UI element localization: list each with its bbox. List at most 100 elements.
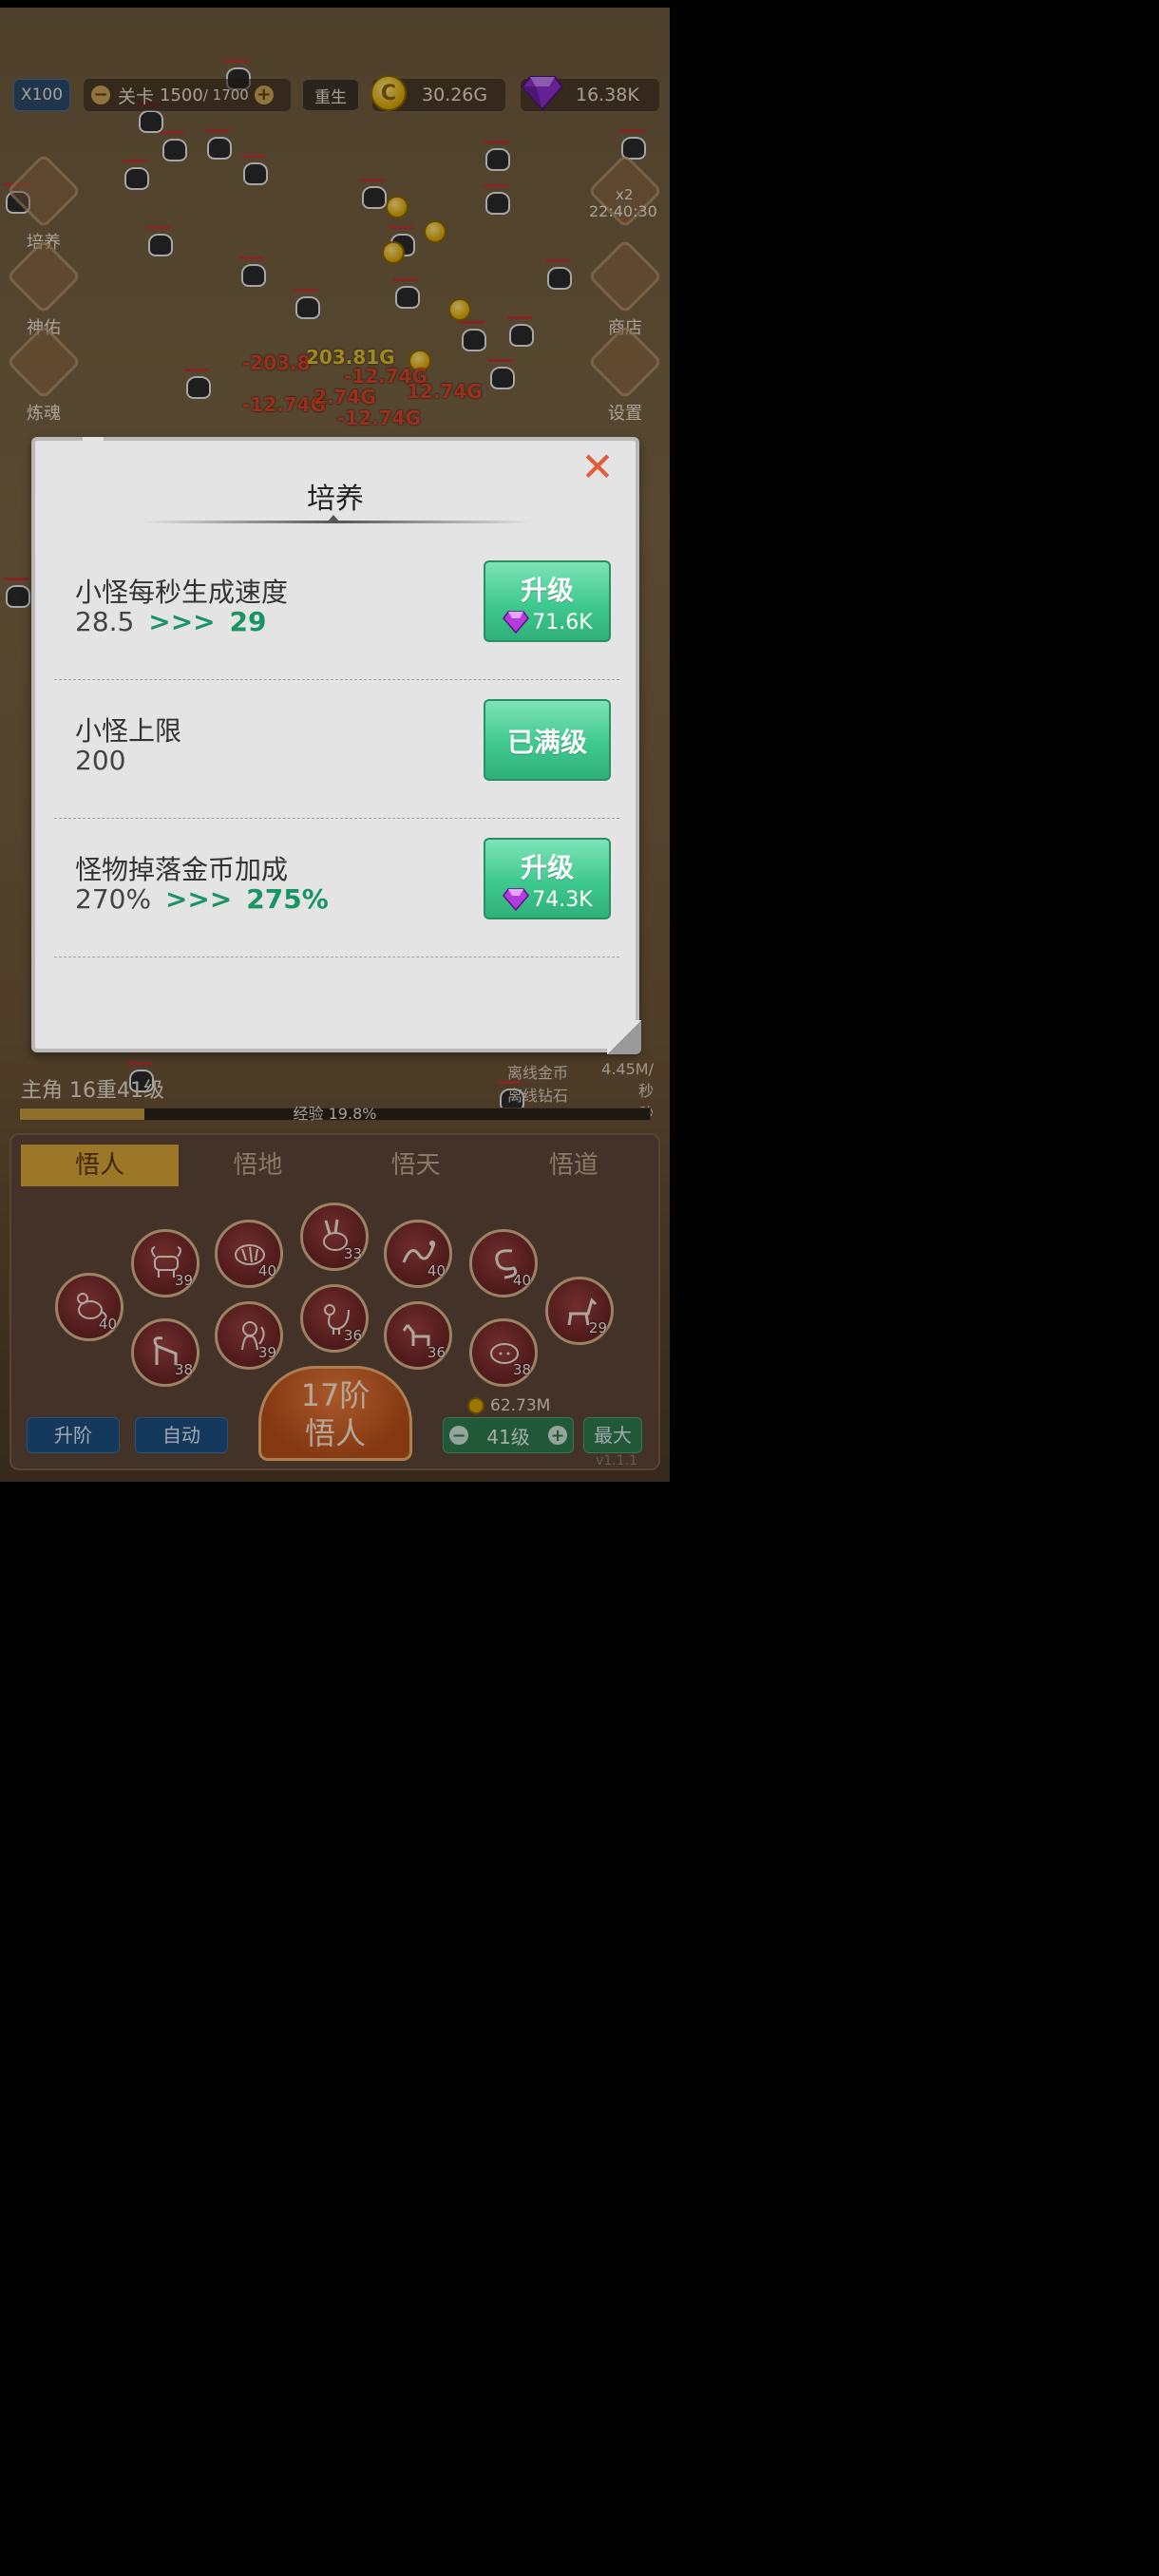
side-soul-button[interactable]: 炼魂 [6,324,82,424]
zodiac-pig[interactable]: 38 [469,1318,538,1387]
tab-dao[interactable]: 悟道 [495,1145,653,1186]
zodiac-rabbit[interactable]: 33 [300,1203,369,1271]
coin-icon: C [370,75,407,111]
damage-number: -12.74G [337,407,421,429]
monster [157,131,189,161]
maxed-button[interactable]: 已满级 [484,699,611,781]
zodiac-rooster[interactable]: 36 [300,1284,369,1353]
hero-label: 主角 [21,1079,64,1103]
monster [356,179,389,209]
upgrade-cost: 62.73M [467,1396,550,1415]
stat-row-spawn-speed: 小怪每秒生成速度 28.5 >>> 29 升级 71.6K [54,541,619,680]
gem-icon [503,611,530,635]
stage-prev-button[interactable]: − [91,85,110,104]
zodiac-ox[interactable]: 39 [131,1229,200,1297]
monster [238,155,270,185]
hero-rank: 16重41级 [69,1079,165,1103]
damage-number: 12.74G [407,380,483,403]
coin-drop-icon [448,298,471,321]
rebirth-button[interactable]: 重生 [302,79,359,111]
gem-icon [503,888,530,912]
exp-bar: 经验 19.8% [19,1105,651,1123]
monster [616,129,648,160]
panel-tabs: 悟人 悟地 悟天 悟道 [21,1145,653,1186]
stat-values: 200 [75,745,125,776]
zodiac-horse[interactable]: 29 [545,1277,614,1345]
stat-current: 270% [75,883,152,915]
zodiac-snake[interactable]: 40 [469,1229,538,1297]
side-bless-button[interactable]: 神佑 [6,238,82,338]
hero-info: 主角 16重41级 [21,1073,164,1104]
gear-icon [587,324,663,400]
stage-value: 1500 [160,85,203,105]
version-text: v1.1.1 [596,1453,637,1468]
stat-row-gold-bonus: 怪物掉落金币加成 270% >>> 275% 升级 74.3K [54,819,619,957]
gem-amount: 16.38K [576,85,639,105]
monster [480,141,512,171]
auto-button[interactable]: 自动 [135,1417,228,1453]
double-badge: x2 [616,186,634,203]
monster [456,321,488,351]
stage-max: / 1700 [202,86,249,104]
speed-button[interactable]: X100 [13,79,70,111]
monster [290,289,322,319]
double-timer: 22:40:30 [589,202,657,220]
coin-drop-icon [424,220,446,243]
zodiac-monkey[interactable]: 39 [215,1301,283,1370]
stage-selector: − 关卡 1500 / 1700 + [84,79,291,111]
tab-heaven[interactable]: 悟天 [337,1145,495,1186]
max-button[interactable]: 最大 [583,1417,642,1453]
stat-values: 270% >>> 275% [75,883,329,915]
stage-next-button[interactable]: + [254,85,274,104]
zodiac-rat[interactable]: 40 [55,1273,124,1341]
zodiac-dog[interactable]: 36 [384,1301,452,1370]
stat-next: 275% [246,883,329,915]
level-increase-button[interactable]: + [547,1426,567,1446]
zodiac-goat[interactable]: 38 [131,1318,200,1387]
offline-labels: 离线金币 离线钻石 [507,1060,568,1106]
coin-drop-icon [382,241,405,264]
level-value: 41级 [486,1425,530,1449]
stat-row-monster-cap: 小怪上限 200 已满级 [54,680,619,819]
tab-earth[interactable]: 悟地 [179,1145,336,1186]
monster [480,184,512,215]
side-settings-button[interactable]: 设置 [587,324,663,424]
monster [542,259,574,290]
soul-icon [6,324,82,400]
stat-name: 小怪上限 [75,715,182,747]
advance-button[interactable]: 升阶 [27,1417,120,1453]
title-divider [142,515,533,523]
close-icon[interactable]: ✕ [579,447,617,487]
stat-arrow: >>> [164,883,233,915]
side-shop-button[interactable]: 商店 [587,238,663,338]
upgrade-button[interactable]: 升级 74.3K [484,838,611,919]
side-train-button[interactable]: 培养 [6,153,82,253]
exp-text: 经验 19.8% [293,1105,377,1123]
rank-up-button[interactable]: 17阶 悟人 [258,1366,412,1461]
coin-amount: 30.26G [422,85,488,105]
train-icon [6,153,82,229]
coin-icon [467,1397,484,1414]
tab-human[interactable]: 悟人 [21,1145,180,1186]
damage-number: 2.74G [314,386,376,408]
monster [119,160,151,190]
monster [504,316,536,347]
monster [142,226,175,256]
damage-number: -203.8 [242,351,311,374]
level-decrease-button[interactable]: − [449,1426,468,1446]
stat-current: 28.5 [75,606,135,637]
monster [236,256,268,287]
top-bar: X100 − 关卡 1500 / 1700 + 重生 30.26G C 16.3… [0,75,670,117]
stat-arrow: >>> [148,606,216,637]
offline-gold-rate: 4.45M/秒 [601,1060,654,1100]
level-stepper: − 41级 + [443,1417,574,1453]
zodiac-dragon[interactable]: 40 [384,1220,452,1288]
upgrade-cost: 74.3K [485,887,609,912]
stat-name: 怪物掉落金币加成 [75,854,289,885]
stat-next: 29 [229,606,267,637]
stat-current: 200 [75,745,126,776]
upgrade-button[interactable]: 升级 71.6K [484,560,611,642]
stat-name: 小怪每秒生成速度 [75,577,289,608]
zodiac-tiger[interactable]: 40 [215,1220,283,1288]
shop-icon [587,238,663,314]
